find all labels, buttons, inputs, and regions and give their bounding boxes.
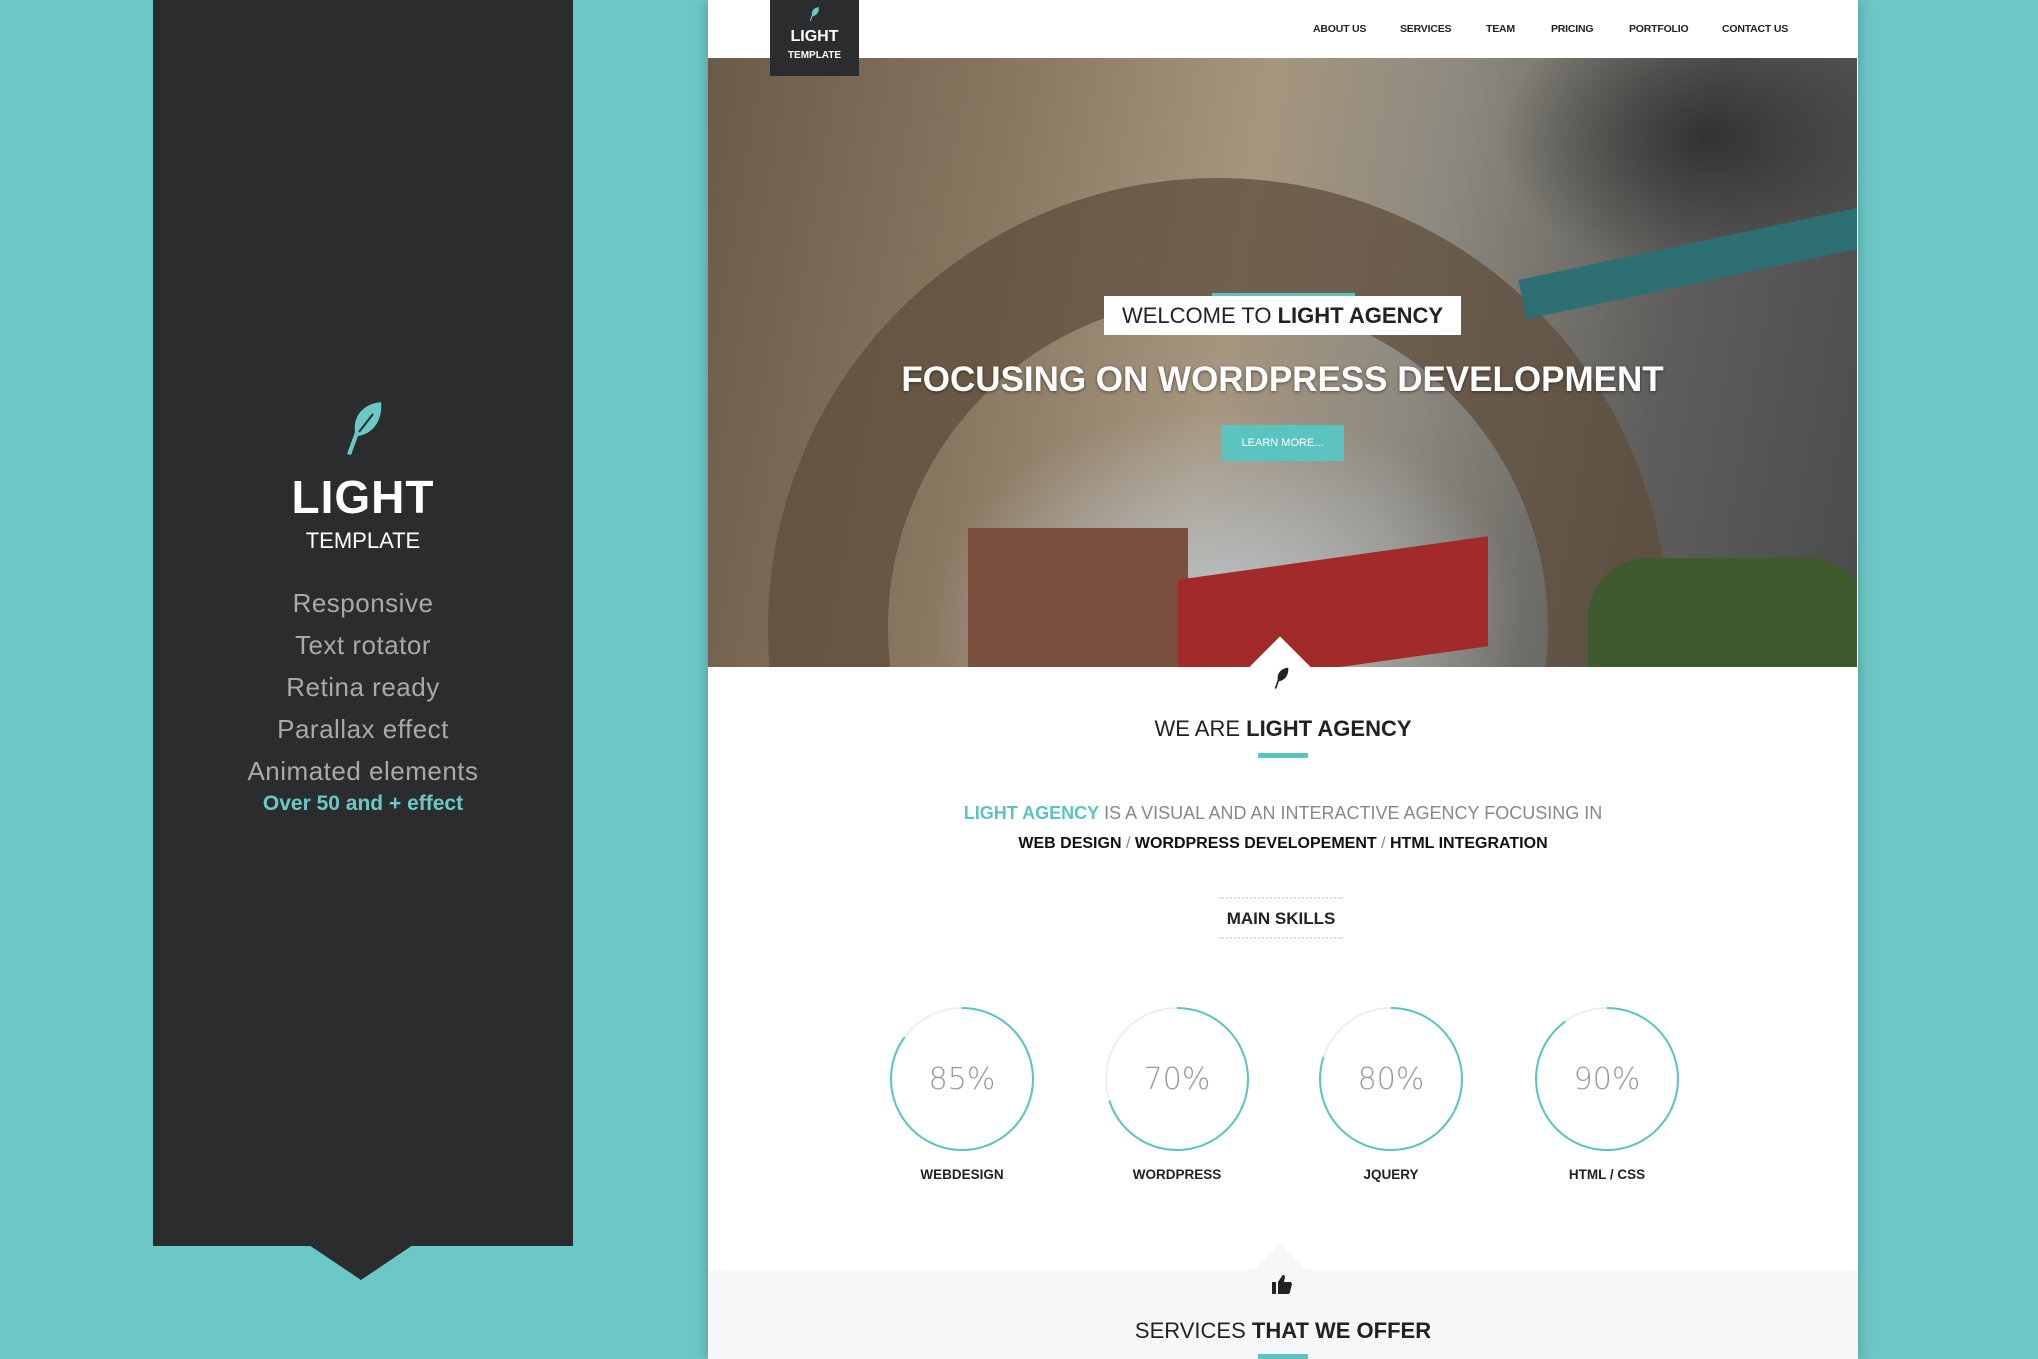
nav-portfolio[interactable]: PORTFOLIO bbox=[1629, 23, 1689, 35]
about-text: LIGHT AGENCY IS A VISUAL AND AN INTERACT… bbox=[708, 803, 1858, 824]
feather-icon bbox=[347, 402, 382, 455]
about-title-bold: LIGHT AGENCY bbox=[1246, 716, 1412, 741]
skill-html-css: 90% HTML / CSS bbox=[1527, 1005, 1687, 1182]
separator: / bbox=[1376, 835, 1390, 852]
feature-item: Animated elements bbox=[247, 756, 479, 786]
skill-percent: 80% bbox=[1358, 1062, 1425, 1097]
welcome-box: WELCOME TO LIGHT AGENCY bbox=[1104, 293, 1461, 335]
feature-item: Responsive bbox=[292, 588, 434, 618]
about-body: IS A VISUAL AND AN INTERACTIVE AGENCY FO… bbox=[1099, 803, 1603, 823]
services-title-prefix: SERVICES bbox=[1134, 1318, 1252, 1343]
skill-progress-ring: 85% bbox=[890, 1007, 1034, 1151]
hero-heading: FOCUSING ON WORDPRESS DEVELOPMENT bbox=[901, 360, 1664, 399]
website-preview: ABOUT US SERVICES TEAM PRICING PORTFOLIO… bbox=[708, 0, 1858, 1359]
nav-pricing[interactable]: PRICING bbox=[1551, 23, 1594, 35]
title-underline bbox=[1258, 1354, 1308, 1359]
focus-item: HTML INTEGRATION bbox=[1390, 835, 1548, 852]
feature-item: Retina ready bbox=[286, 672, 440, 702]
focus-item: WEB DESIGN bbox=[1018, 835, 1122, 852]
about-title: WE ARE LIGHT AGENCY bbox=[708, 716, 1858, 742]
title-underline bbox=[1258, 753, 1308, 758]
hero-image-building bbox=[968, 528, 1188, 667]
skill-progress-ring: 80% bbox=[1319, 1007, 1463, 1151]
skill-percent: 90% bbox=[1574, 1062, 1641, 1097]
learn-more-button[interactable]: LEARN MORE... bbox=[1221, 425, 1344, 461]
skill-label: HTML / CSS bbox=[1568, 1167, 1646, 1182]
promo-title: LIGHT bbox=[291, 471, 435, 523]
nav-team[interactable]: TEAM bbox=[1486, 23, 1515, 35]
about-title-prefix: WE ARE bbox=[1154, 716, 1247, 741]
welcome-prefix: WELCOME TO bbox=[1121, 303, 1278, 328]
hero-image-bridge bbox=[1518, 196, 1857, 320]
skill-progress-ring: 90% bbox=[1535, 1007, 1679, 1151]
feature-item: Text rotator bbox=[294, 630, 432, 660]
nav-services[interactable]: SERVICES bbox=[1400, 23, 1452, 35]
services-title: SERVICES THAT WE OFFER bbox=[708, 1318, 1858, 1344]
welcome-bold: LIGHT AGENCY bbox=[1277, 303, 1444, 328]
skill-webdesign: 85% WEBDESIGN bbox=[882, 1005, 1042, 1182]
skill-label: JQUERY bbox=[1363, 1167, 1419, 1182]
feature-item: Parallax effect bbox=[277, 714, 449, 744]
feather-icon bbox=[1274, 667, 1289, 689]
skill-progress-ring: 70% bbox=[1105, 1007, 1249, 1151]
feather-icon bbox=[809, 7, 819, 22]
nav-contact-us[interactable]: CONTACT US bbox=[1722, 23, 1788, 35]
logo-subtitle: TEMPLATE bbox=[787, 50, 842, 61]
thumbs-up-icon bbox=[1272, 1274, 1292, 1294]
about-highlight: LIGHT AGENCY bbox=[963, 803, 1100, 823]
skill-wordpress: 70% WORDPRESS bbox=[1097, 1005, 1257, 1182]
skill-label: WORDPRESS bbox=[1132, 1167, 1222, 1182]
feature-list: Responsive Text rotator Retina ready Par… bbox=[153, 586, 573, 796]
focus-item: WORDPRESS DEVELOPEMENT bbox=[1134, 835, 1377, 852]
skill-label: WEBDESIGN bbox=[920, 1167, 1004, 1182]
hero-image-trees bbox=[1588, 558, 1857, 667]
services-title-bold: THAT WE OFFER bbox=[1251, 1318, 1432, 1343]
promo-extra: Over 50 and + effect bbox=[262, 792, 464, 815]
site-header: ABOUT US SERVICES TEAM PRICING PORTFOLIO… bbox=[708, 0, 1858, 58]
hero-banner: WELCOME TO LIGHT AGENCY FOCUSING ON WORD… bbox=[708, 58, 1857, 667]
promo-panel: LIGHT TEMPLATE Responsive Text rotator R… bbox=[153, 0, 573, 1246]
skill-jquery: 80% JQUERY bbox=[1311, 1005, 1471, 1182]
logo-title: LIGHT bbox=[790, 28, 839, 45]
about-focus: WEB DESIGN / WORDPRESS DEVELOPEMENT / HT… bbox=[708, 835, 1858, 853]
panel-pointer bbox=[309, 1245, 413, 1280]
main-skills-title: MAIN SKILLS bbox=[1219, 897, 1343, 939]
nav-about-us[interactable]: ABOUT US bbox=[1313, 23, 1366, 35]
site-logo[interactable]: LIGHT TEMPLATE bbox=[770, 0, 859, 76]
skill-percent: 70% bbox=[1144, 1062, 1211, 1097]
separator: / bbox=[1121, 835, 1135, 852]
skill-percent: 85% bbox=[929, 1062, 996, 1097]
promo-subtitle: TEMPLATE bbox=[305, 528, 421, 553]
